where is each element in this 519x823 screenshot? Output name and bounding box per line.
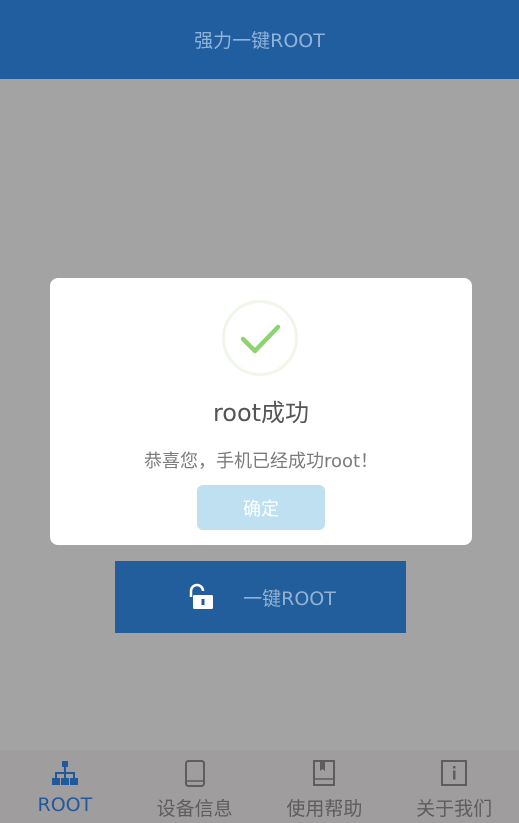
success-dialog: root成功 恭喜您，手机已经成功root！ 确定 <box>50 278 472 545</box>
tab-label: ROOT <box>37 794 93 816</box>
page-title: 强力一键ROOT <box>194 30 325 52</box>
tab-root[interactable]: ROOT <box>0 750 130 823</box>
dialog-message: 恭喜您，手机已经成功root！ <box>143 451 379 472</box>
tab-help[interactable]: 使用帮助 <box>260 750 390 823</box>
tab-label: 使用帮助 <box>286 798 363 820</box>
check-circle-icon <box>222 300 298 376</box>
phone-icon <box>184 760 205 787</box>
confirm-button[interactable]: 确定 <box>197 485 325 530</box>
app-header: 强力一键ROOT <box>0 0 519 79</box>
info-icon <box>441 760 468 786</box>
bottom-tab-bar: ROOT 设备信息 使用帮助 关于我们 <box>0 750 519 823</box>
dialog-title: root成功 <box>212 399 310 427</box>
tab-label: 关于我们 <box>416 798 493 820</box>
network-icon <box>51 761 78 785</box>
tab-device-info[interactable]: 设备信息 <box>130 750 260 823</box>
tab-label: 设备信息 <box>156 798 233 820</box>
checkmark-icon <box>240 324 281 354</box>
one-click-root-button[interactable]: 一键ROOT <box>115 561 406 633</box>
root-button-label: 一键ROOT <box>243 587 336 610</box>
tab-about[interactable]: 关于我们 <box>389 750 519 823</box>
unlock-icon <box>189 583 214 609</box>
book-icon <box>313 760 336 786</box>
